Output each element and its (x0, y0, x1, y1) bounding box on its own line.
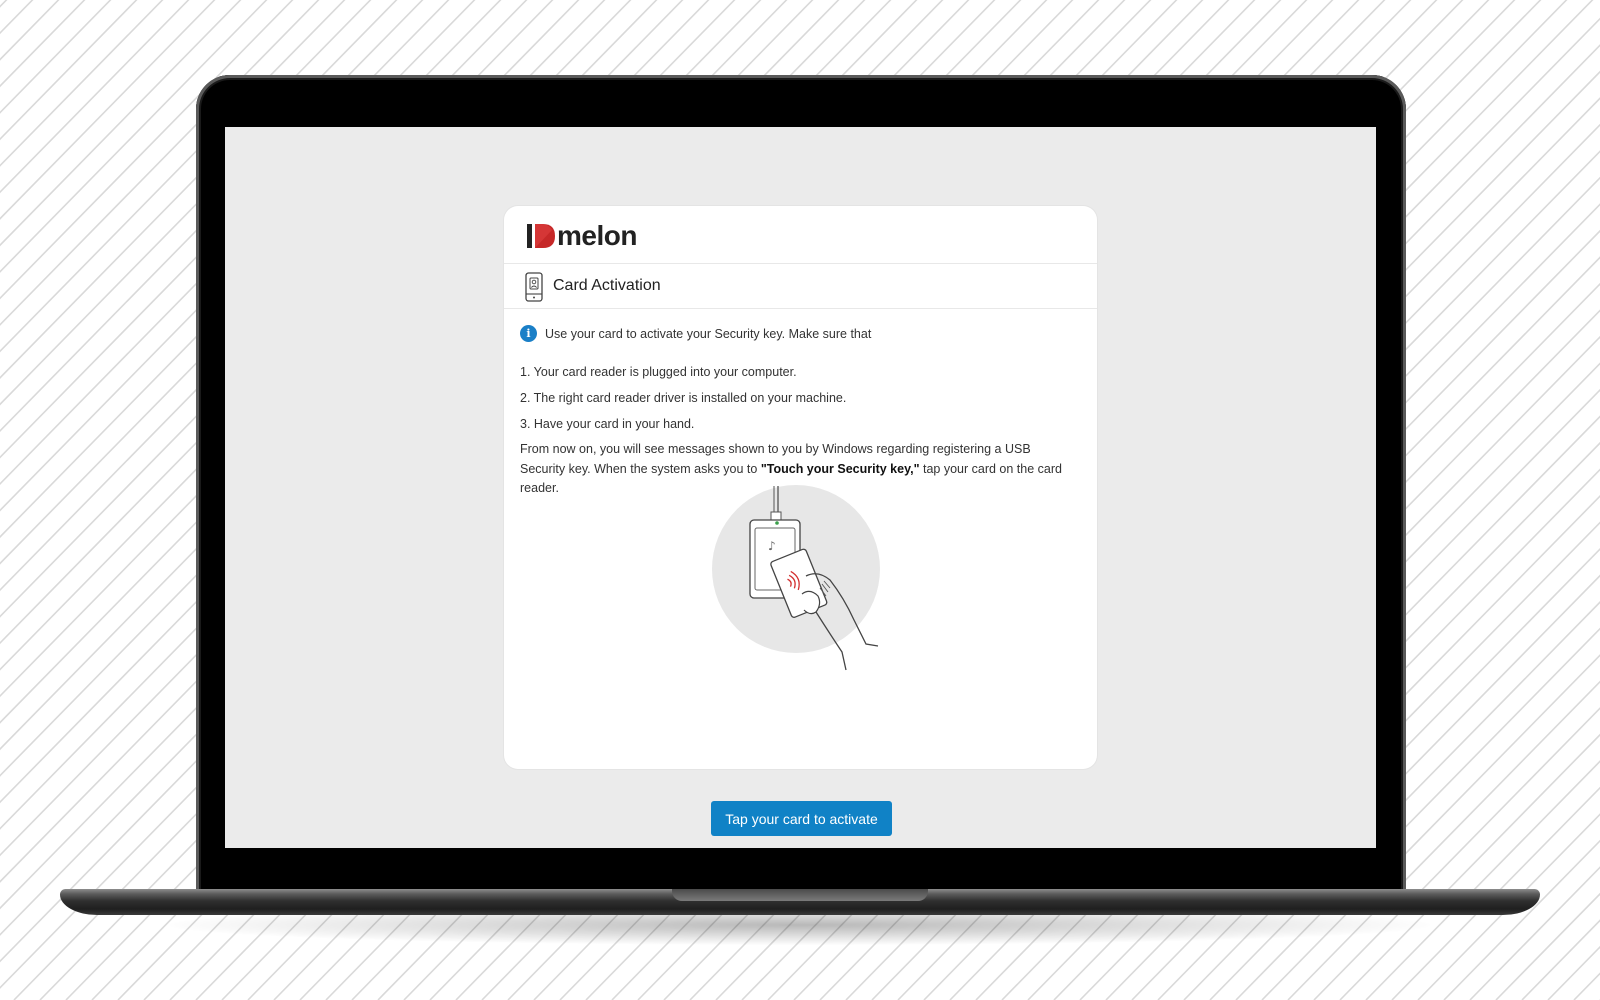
background-line (0, 0, 164, 167)
background-line (1521, 919, 1600, 1000)
laptop-screen: melon Card Activation i Use your card to… (225, 127, 1376, 848)
step-item: 2. The right card reader driver is insta… (520, 391, 847, 405)
hand-tapping-card-on-reader-icon: ♪ (712, 485, 880, 671)
card-header: melon (504, 206, 1097, 264)
idmelon-logo: melon (526, 222, 637, 250)
logo-mark-icon (527, 224, 555, 248)
step-item: 3. Have your card in your hand. (520, 417, 695, 431)
tap-card-activate-button[interactable]: Tap your card to activate (711, 801, 892, 836)
laptop-hinge-notch (672, 889, 928, 901)
svg-text:♪: ♪ (768, 539, 776, 553)
step-item: 1. Your card reader is plugged into your… (520, 365, 797, 379)
info-row: i Use your card to activate your Securit… (520, 325, 871, 342)
info-icon: i (520, 325, 537, 342)
background-line (0, 0, 112, 114)
logo-wordmark: melon (557, 220, 637, 251)
background-line (1469, 865, 1600, 1000)
instructions-emphasis: "Touch your Security key," (760, 461, 920, 476)
background-line (0, 0, 138, 140)
background-line (1391, 786, 1600, 1000)
activation-card: melon Card Activation i Use your card to… (504, 206, 1097, 836)
info-text: Use your card to activate your Security … (545, 326, 872, 341)
id-card-icon (525, 272, 543, 302)
background-line (0, 0, 8, 8)
background-line (1443, 839, 1600, 1000)
section-title: Card Activation (553, 277, 661, 294)
background-line (1495, 892, 1600, 1000)
section-header: Card Activation (504, 264, 1097, 309)
background-line (1547, 945, 1600, 1000)
background-line (0, 0, 34, 35)
